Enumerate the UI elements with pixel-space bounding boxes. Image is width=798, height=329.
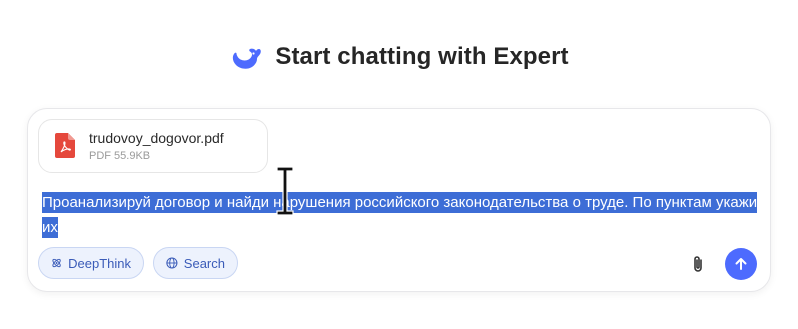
globe-icon <box>166 257 178 269</box>
deepthink-button[interactable]: DeepThink <box>38 247 144 279</box>
attached-file-card[interactable]: trudovoy_dogovor.pdf PDF 55.9KB <box>38 119 268 173</box>
deepthink-label: DeepThink <box>68 255 131 271</box>
file-meta: PDF 55.9KB <box>89 150 151 162</box>
chat-input-box: trudovoy_dogovor.pdf PDF 55.9KB Проанали… <box>27 108 771 292</box>
whale-logo-icon <box>233 48 262 69</box>
search-button[interactable]: Search <box>153 247 238 279</box>
send-button[interactable] <box>725 248 757 280</box>
file-name: trudovoy_dogovor.pdf <box>89 130 224 146</box>
selected-input-text: Проанализируй договор и найди нарушения … <box>42 192 758 238</box>
text-cursor-icon <box>276 166 294 216</box>
atom-icon <box>52 258 61 268</box>
pdf-file-icon <box>55 133 75 158</box>
page-title: Start chatting with Expert <box>275 43 569 70</box>
welcome-header: Start chatting with Expert <box>0 40 798 74</box>
message-input[interactable]: Проанализируй договор и найди нарушения … <box>42 190 762 240</box>
paperclip-icon[interactable] <box>690 255 706 273</box>
arrow-up-icon <box>735 258 747 270</box>
search-label: Search <box>183 255 225 271</box>
